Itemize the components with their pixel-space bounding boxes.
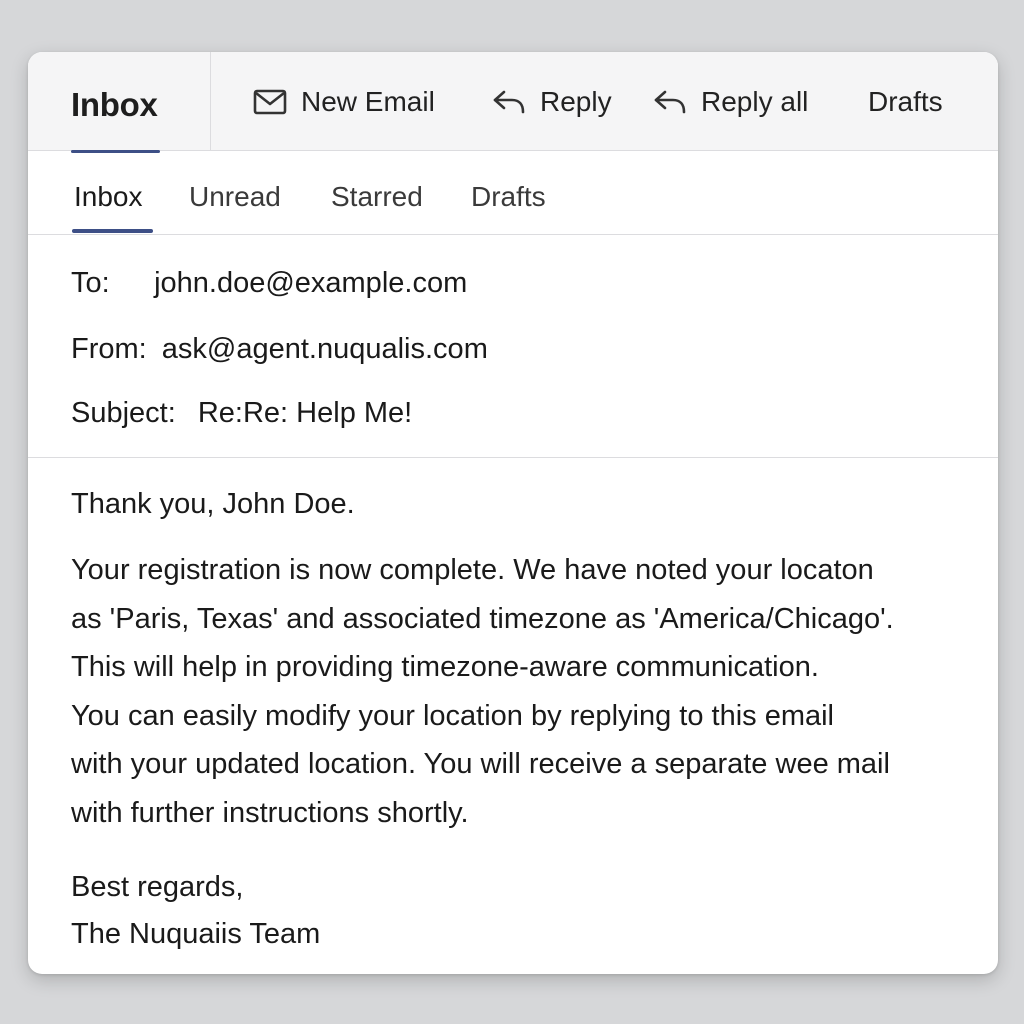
tab-starred[interactable]: Starred: [331, 181, 423, 213]
to-field: To: john.doe@example.com: [71, 267, 467, 300]
subject-text: Re:Re: Help Me!: [197, 397, 413, 429]
body-line: with further instructions shortly.: [71, 796, 469, 829]
body-paragraph: Your registration is now complete. We ha…: [71, 546, 971, 838]
drafts-button[interactable]: Drafts: [868, 82, 943, 122]
to-address[interactable]: john.doe@example.com: [154, 267, 467, 299]
toolbar-title-box: Inbox: [28, 52, 211, 151]
reply-button[interactable]: Reply: [492, 82, 612, 122]
reply-label: Reply: [540, 86, 612, 117]
drafts-label: Drafts: [868, 86, 943, 117]
tab-drafts[interactable]: Drafts: [471, 181, 546, 213]
envelope-icon: [253, 89, 287, 115]
body-line: Your registration is now complete. We ha…: [71, 554, 874, 586]
subject-label: Subject:: [71, 397, 176, 429]
signature-block: Best regards, The Nuquaiis Team: [71, 864, 971, 958]
email-body: Thank you, John Doe. Your registration i…: [71, 484, 971, 958]
from-field: From: ask@agent.nuqualis.com: [71, 333, 488, 366]
to-label: To:: [71, 267, 110, 299]
from-address[interactable]: ask@agent.nuqualis.com: [162, 333, 488, 365]
reply-arrow-icon: [492, 88, 526, 116]
new-email-button[interactable]: New Email: [253, 82, 435, 122]
active-tab-indicator: [72, 229, 153, 233]
body-line: This will help in providing timezone-awa…: [71, 651, 819, 684]
reply-all-button[interactable]: Reply all: [653, 82, 808, 122]
body-line: as 'Paris, Texas' and associated timezon…: [71, 602, 894, 635]
signature: The Nuquaiis Team: [71, 917, 321, 950]
greeting: Thank you, John Doe.: [71, 488, 355, 520]
body-line: with your updated location. You will rec…: [71, 748, 890, 781]
tab-inbox[interactable]: Inbox: [74, 181, 143, 213]
reply-all-arrow-icon: [653, 88, 687, 116]
reply-all-label: Reply all: [701, 86, 809, 117]
new-email-label: New Email: [301, 86, 435, 117]
email-header: To: john.doe@example.com From: ask@agent…: [28, 235, 998, 458]
subject-field: Subject: Re:Re: Help Me!: [71, 397, 412, 430]
signoff: Best regards,: [71, 870, 244, 903]
from-label: From:: [71, 333, 147, 365]
toolbar-title[interactable]: Inbox: [71, 86, 158, 124]
email-window: Inbox New Email Reply Reply all Drafts I…: [28, 52, 998, 974]
toolbar: Inbox New Email Reply Reply all Drafts: [28, 52, 998, 151]
tab-unread[interactable]: Unread: [189, 181, 281, 213]
body-line: You can easily modify your location by r…: [71, 699, 834, 732]
folder-tabs: Inbox Unread Starred Drafts: [28, 151, 998, 235]
